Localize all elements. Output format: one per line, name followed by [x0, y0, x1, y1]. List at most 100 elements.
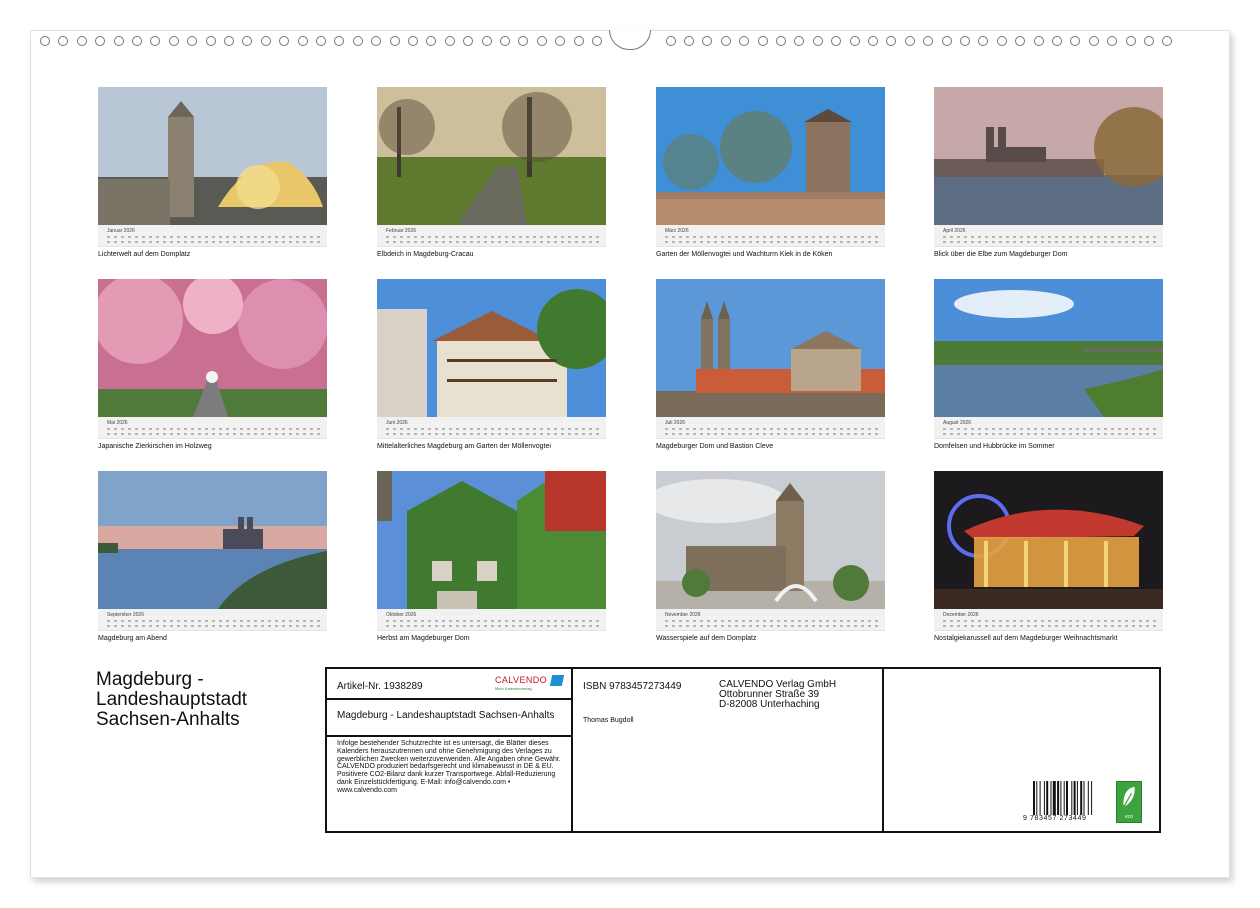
barcode-bar [1057, 781, 1060, 815]
month-name: April 2026 [943, 228, 966, 234]
barcode-bar [1071, 781, 1073, 815]
binding-ring [113, 36, 124, 46]
photo-april [934, 87, 1163, 225]
binding-ring [279, 36, 290, 46]
binding-ring [1015, 36, 1026, 46]
day-grid [386, 619, 602, 629]
calendar-name: Magdeburg - Landeshauptstadt Sachsen-Anh… [337, 710, 555, 721]
binding-ring [812, 36, 823, 46]
binding-ring [555, 36, 566, 46]
barcode-icon [1033, 781, 1093, 815]
binding-ring [849, 36, 860, 46]
binding-ring [58, 36, 69, 46]
month-name: November 2026 [665, 612, 701, 618]
binding-ring [739, 36, 750, 46]
eco-label: eco [1124, 814, 1134, 820]
binding-ring [831, 36, 842, 46]
binding-ring [95, 36, 106, 46]
divider [882, 669, 884, 831]
photo-caption: Wasserspiele auf dem Domplatz [656, 635, 757, 642]
day-grid [665, 619, 881, 629]
publisher-city: D-82008 Unterhaching [719, 699, 820, 710]
binding-ring [408, 36, 418, 46]
calendar-strip: März 2026 [656, 225, 885, 247]
photo-caption: Magdeburg am Abend [98, 635, 167, 642]
month-name: Juni 2026 [386, 420, 408, 426]
barcode-bar [1073, 781, 1076, 815]
publisher-address: CALVENDO Verlag GmbH Ottobrunner Straße … [719, 680, 836, 710]
binding-ring [665, 36, 676, 46]
binding-ring [886, 36, 897, 46]
day-grid [386, 235, 602, 245]
binding-ring [40, 36, 50, 46]
divider [327, 698, 571, 700]
barcode-bar [1050, 781, 1052, 815]
photo-august [934, 279, 1163, 417]
binding-ring [1162, 36, 1173, 46]
day-grid [665, 427, 881, 437]
binding-ring [904, 36, 915, 46]
day-grid [943, 427, 1159, 437]
binding-ring [371, 36, 382, 46]
photo-june [377, 279, 606, 417]
month-name: Mai 2026 [107, 420, 128, 426]
binding-ring [76, 36, 87, 46]
photo-caption: Magdeburger Dom und Bastion Cleve [656, 443, 774, 450]
month-name: Dezember 2026 [943, 612, 979, 618]
photo-july [656, 279, 885, 417]
barcode-bar [1080, 781, 1083, 815]
day-grid [943, 235, 1159, 245]
binding-ring [260, 36, 271, 46]
barcode-bar [1066, 781, 1068, 815]
barcode-bar [1052, 781, 1056, 815]
binding-ring [463, 36, 474, 46]
calvendo-logo: CALVENDO Mein Kalenderverlag [495, 675, 565, 693]
barcode-bar [1046, 781, 1049, 815]
photo-caption: Blick über die Elbe zum Magdeburger Dom [934, 251, 1068, 258]
binding-ring [224, 36, 234, 46]
eco-leaf-icon: eco [1116, 781, 1142, 823]
photo-september [98, 471, 327, 609]
article-number: Artikel-Nr. 1938289 [337, 681, 423, 692]
day-grid [943, 619, 1159, 629]
photo-caption: Domfelsen und Hubbrücke im Sommer [934, 443, 1055, 450]
binding-ring [978, 36, 989, 46]
calendar-strip: August 2026 [934, 417, 1163, 439]
binding-ring [242, 36, 253, 46]
photo-november [656, 471, 885, 609]
binding-ring [536, 36, 547, 46]
binding-ring [757, 36, 768, 46]
day-grid [107, 235, 323, 245]
month-name: Oktober 2026 [386, 612, 417, 618]
calendar-strip: September 2026 [98, 609, 327, 631]
month-name: Juli 2026 [665, 420, 686, 426]
photo-december [934, 471, 1163, 609]
month-name: März 2026 [665, 228, 689, 234]
binding-ring [592, 36, 602, 46]
barcode-bar [1063, 781, 1065, 815]
photo-caption: Herbst am Magdeburger Dom [377, 635, 470, 642]
photo-caption: Mittelalterliches Magdeburg am Garten de… [377, 443, 551, 450]
binding-ring [1088, 36, 1099, 46]
calendar-strip: November 2026 [656, 609, 885, 631]
calendar-strip: Juni 2026 [377, 417, 606, 439]
calendar-strip: Dezember 2026 [934, 609, 1163, 631]
logo-mark-icon [549, 675, 565, 686]
binding-ring [1070, 36, 1081, 46]
barcode-bar [1083, 781, 1085, 815]
binding-ring [1125, 36, 1136, 46]
barcode-bar [1036, 781, 1038, 815]
binding-ring [205, 36, 216, 46]
day-grid [107, 619, 323, 629]
month-name: Januar 2026 [107, 228, 135, 234]
calendar-strip: Februar 2026 [377, 225, 606, 247]
barcode-bar [1033, 781, 1035, 815]
calendar-strip: Mai 2026 [98, 417, 327, 439]
legal-notice: Infolge bestehender Schutzrechte ist es … [337, 740, 561, 794]
binding-ring [481, 36, 492, 46]
binding-ring [352, 36, 363, 46]
binding-ring [702, 36, 713, 46]
barcode-bar [1039, 781, 1041, 815]
spiral-binding [30, 30, 1230, 50]
binding-ring [923, 36, 934, 46]
